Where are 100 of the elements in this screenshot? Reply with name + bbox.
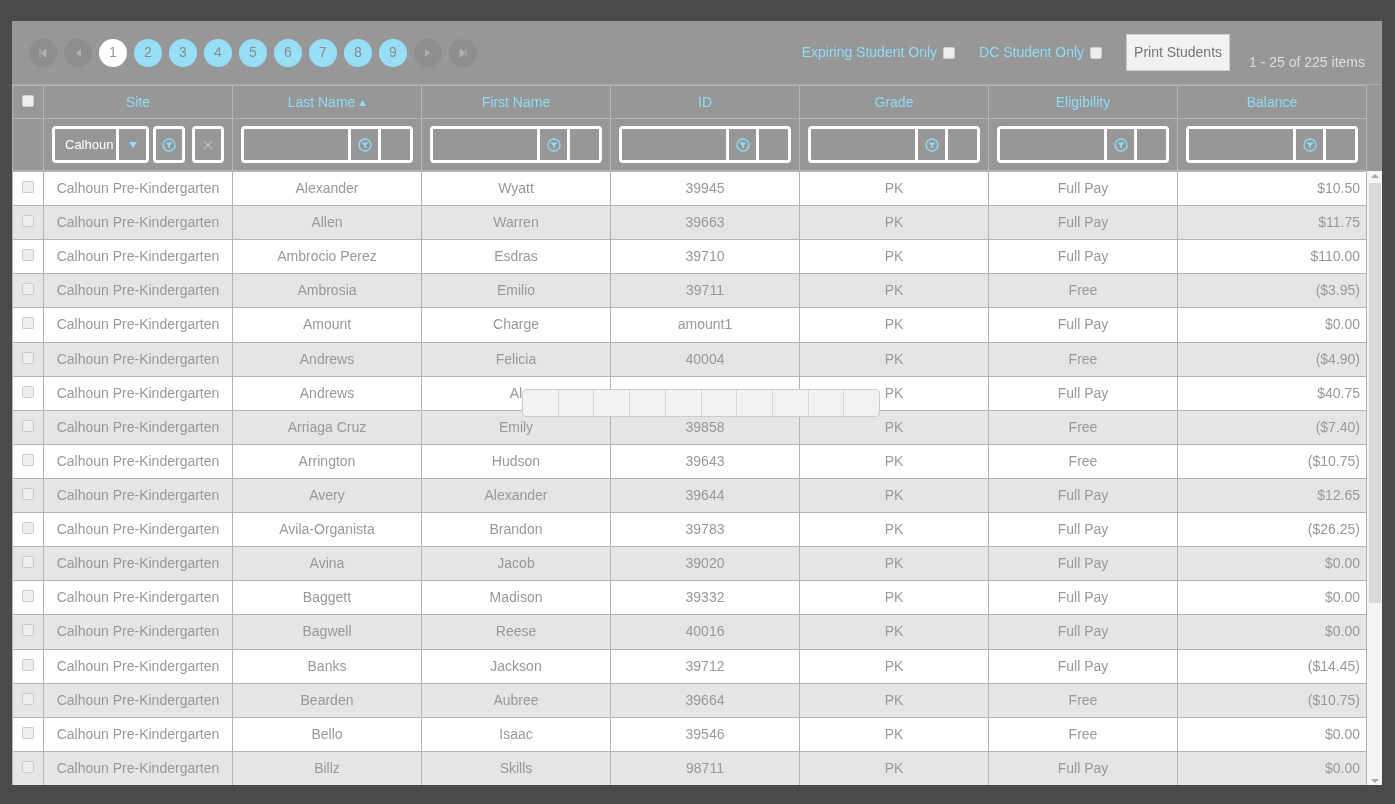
table-cell: Ambrocio Perez	[277, 248, 377, 265]
filter-field[interactable]	[619, 126, 791, 163]
table-cell: PK	[884, 657, 904, 674]
filter-icon	[735, 137, 750, 152]
table-cell: Ambrosia	[297, 282, 357, 299]
print-button[interactable]: Print Students	[1126, 34, 1231, 71]
row-checkbox[interactable]	[22, 760, 34, 773]
table-cell: Jacob	[497, 555, 535, 572]
column-header[interactable]: Last Name	[287, 93, 356, 110]
filter-field[interactable]	[808, 126, 980, 163]
row-checkbox[interactable]	[22, 385, 34, 398]
row-checkbox[interactable]	[22, 249, 34, 262]
row-checkbox[interactable]	[22, 556, 34, 569]
table-cell: Wyatt	[498, 180, 534, 197]
table-cell: Calhoun Pre-Kindergarten	[56, 759, 220, 776]
next-page-button[interactable]	[414, 38, 442, 67]
table-cell: Free	[1068, 418, 1098, 435]
previous-page-button[interactable]	[64, 38, 92, 67]
row-checkbox[interactable]	[22, 419, 34, 432]
table-cell: $0.00	[1324, 725, 1360, 742]
table-cell: ($4.90)	[1315, 350, 1360, 367]
page-button[interactable]: 9	[379, 38, 407, 67]
table-cell: $0.00	[1324, 623, 1360, 640]
row-checkbox[interactable]	[22, 317, 34, 330]
table-cell: Full Pay	[1057, 316, 1109, 333]
column-header[interactable]: First Name	[481, 93, 551, 110]
row-checkbox[interactable]	[22, 181, 34, 194]
table-cell: Isaac	[499, 725, 533, 742]
table-cell: Full Pay	[1057, 521, 1109, 538]
filter-icon	[1113, 137, 1128, 152]
scrollbar-thumb[interactable]	[1368, 183, 1381, 603]
page-button[interactable]: 7	[309, 38, 337, 67]
table-cell: Bello	[311, 725, 343, 742]
row-checkbox[interactable]	[22, 624, 34, 637]
last-page-button[interactable]	[449, 38, 477, 67]
clear-filter-button[interactable]	[192, 126, 224, 163]
row-checkbox[interactable]	[22, 351, 34, 364]
column-header[interactable]: Balance	[1246, 93, 1298, 110]
filter-button[interactable]	[152, 126, 185, 163]
table-cell: amount1	[677, 316, 733, 333]
table-cell: Calhoun Pre-Kindergarten	[56, 521, 220, 538]
next-page-icon	[424, 48, 432, 57]
row-checkbox[interactable]	[22, 692, 34, 705]
table-cell: Calhoun Pre-Kindergarten	[56, 452, 220, 469]
checkbox[interactable]	[943, 46, 956, 59]
row-checkbox[interactable]	[22, 488, 34, 501]
table-cell: Calhoun Pre-Kindergarten	[56, 487, 220, 504]
table-cell: Calhoun Pre-Kindergarten	[56, 418, 220, 435]
column-header[interactable]: Grade	[874, 93, 914, 110]
table-cell: 39945	[685, 180, 725, 197]
table-cell: Felicia	[495, 350, 537, 367]
row-checkbox[interactable]	[22, 215, 34, 228]
row-checkbox[interactable]	[22, 590, 34, 603]
page-button[interactable]: 4	[204, 38, 232, 67]
table-cell: Free	[1068, 691, 1098, 708]
page-button[interactable]: 1	[99, 38, 127, 67]
table-cell: PK	[884, 282, 904, 299]
table-cell: PK	[884, 725, 904, 742]
row-checkbox[interactable]	[22, 658, 34, 671]
page-button[interactable]: 5	[239, 38, 267, 67]
table-cell: $0.00	[1324, 589, 1360, 606]
row-checkbox[interactable]	[22, 726, 34, 739]
table-cell: PK	[884, 487, 904, 504]
column-header[interactable]: ID	[698, 93, 712, 110]
checkbox[interactable]	[1090, 46, 1103, 59]
filter-field[interactable]	[1186, 126, 1358, 163]
filter-field[interactable]	[430, 126, 602, 163]
page-button[interactable]: 3	[169, 38, 197, 67]
column-header[interactable]: Eligibility	[1055, 93, 1111, 110]
table-cell: $10.50	[1317, 180, 1360, 197]
row-checkbox[interactable]	[22, 453, 34, 466]
table-cell: ($7.40)	[1315, 418, 1360, 435]
table-cell: Arrington	[298, 452, 356, 469]
table-cell: Arriaga Cruz	[287, 418, 367, 435]
scroll-down-icon[interactable]	[1370, 776, 1379, 785]
select-all-checkbox[interactable]	[22, 94, 34, 107]
table-cell: $40.75	[1317, 384, 1360, 401]
table-cell: Emilio	[496, 282, 536, 299]
filter-field[interactable]	[241, 126, 413, 163]
table-cell: Full Pay	[1057, 589, 1109, 606]
column-header[interactable]: Site	[125, 93, 151, 110]
last-page-icon	[459, 48, 467, 57]
table-cell: 39664	[685, 691, 725, 708]
table-cell: PK	[884, 759, 904, 776]
row-checkbox[interactable]	[22, 283, 34, 296]
page-button[interactable]: 6	[274, 38, 302, 67]
table-cell: Al	[509, 384, 523, 401]
table-cell: Brandon	[489, 521, 543, 538]
filter-field[interactable]	[997, 126, 1169, 163]
scroll-up-icon[interactable]	[1370, 171, 1379, 181]
first-page-button[interactable]	[29, 38, 57, 67]
scrollbar[interactable]	[1367, 171, 1382, 785]
table-cell: Billz	[314, 759, 340, 776]
table-cell: Reese	[495, 623, 537, 640]
row-checkbox[interactable]	[22, 522, 34, 535]
filter-dropdown[interactable]: Calhoun	[52, 126, 149, 163]
filter-label: DC Student Only	[979, 43, 1085, 62]
page-button[interactable]: 2	[134, 38, 162, 67]
page-button[interactable]: 8	[344, 38, 372, 67]
filter-icon	[1302, 137, 1317, 152]
